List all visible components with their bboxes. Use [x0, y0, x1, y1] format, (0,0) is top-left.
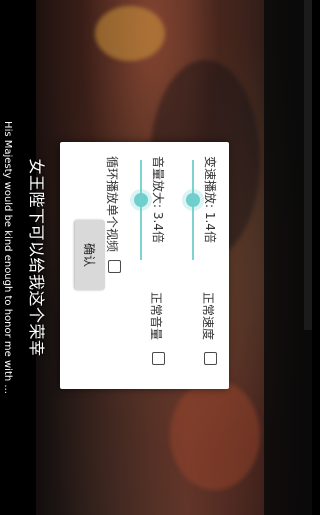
confirm-button[interactable]: 确认 — [75, 220, 105, 290]
subtitle-english: His Majesty would be kind enough to hono… — [2, 121, 13, 394]
normal-volume-checkbox[interactable] — [152, 352, 165, 365]
normal-speed-label: 正常速度 — [201, 292, 215, 341]
volume-slider[interactable] — [133, 160, 149, 260]
subtitle-chinese: 女王陛下可以给我这个荣幸 — [27, 158, 46, 357]
loop-row: 循环播放单个视频 — [105, 142, 125, 389]
volume-slider-thumb[interactable] — [134, 193, 148, 207]
playback-settings-dialog: 变速播放: 1.4倍 正常速度 音量放大: 3.4倍 正常音量 循环播放单个视频… — [60, 142, 229, 389]
speed-label: 变速播放: 1.4倍 — [203, 156, 217, 243]
loop-label: 循环播放单个视频 — [105, 156, 119, 253]
speed-slider-thumb[interactable] — [186, 193, 200, 207]
loop-checkbox[interactable] — [108, 260, 121, 273]
subtitle-area: 女王陛下可以给我这个荣幸 His Majesty would be kind e… — [0, 0, 46, 515]
video-frame-glow — [170, 380, 260, 490]
volume-label: 音量放大: 3.4倍 — [151, 156, 165, 243]
normal-volume-label: 正常音量 — [149, 292, 163, 341]
normal-speed-checkbox[interactable] — [204, 352, 217, 365]
speed-row: 变速播放: 1.4倍 正常速度 — [167, 142, 223, 389]
volume-slider-track — [140, 160, 142, 260]
video-frame-highlight — [95, 6, 165, 61]
speed-slider-track — [192, 160, 194, 260]
scrollbar[interactable] — [304, 0, 312, 330]
speed-slider[interactable] — [185, 160, 201, 260]
playback-settings-dialog-wrapper: 变速播放: 1.4倍 正常速度 音量放大: 3.4倍 正常音量 循环播放单个视频… — [60, 142, 229, 389]
video-player[interactable]: 女王陛下可以给我这个荣幸 His Majesty would be kind e… — [0, 0, 312, 515]
